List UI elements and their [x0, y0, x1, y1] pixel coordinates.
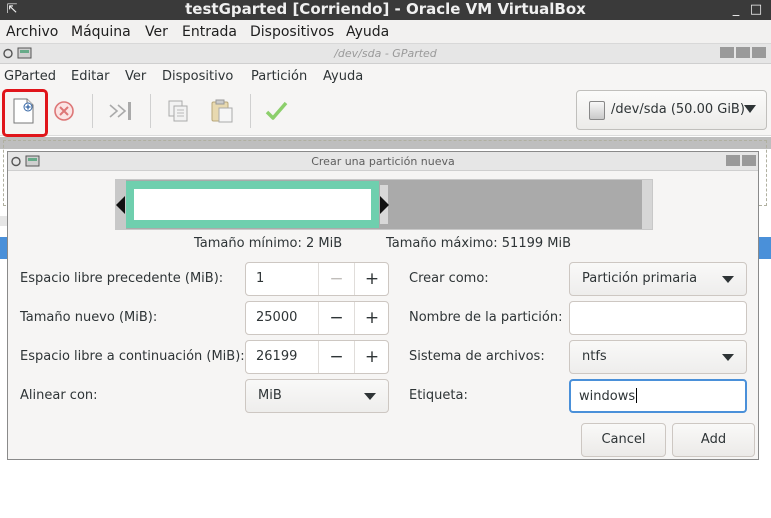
free-after-minus-icon[interactable]: −	[318, 341, 354, 373]
apply-icon[interactable]	[262, 96, 292, 126]
delete-icon[interactable]	[50, 96, 80, 126]
fs-label-value: windows	[579, 388, 638, 404]
new-size-label: Tamaño nuevo (MiB):	[20, 310, 158, 325]
gp-menu-particion[interactable]: Partición	[251, 69, 307, 84]
free-before-value: 1	[256, 271, 265, 286]
add-button[interactable]: Add	[672, 423, 755, 457]
free-before-label: Espacio libre precedente (MiB):	[20, 271, 224, 286]
vbox-menu-archivo[interactable]: Archivo	[6, 24, 58, 40]
gparted-titlebar: /dev/sda - GParted	[0, 44, 771, 64]
free-after-label: Espacio libre a continuación (MiB):	[20, 349, 245, 364]
gp-menu-editar[interactable]: Editar	[71, 69, 110, 84]
align-value: MiB	[258, 388, 282, 403]
free-after-value: 26199	[256, 349, 298, 364]
partition-resizer[interactable]	[115, 179, 653, 230]
minimize-icon[interactable]: _	[726, 1, 746, 19]
dialog-titlebar: Crear una partición nueva	[8, 152, 758, 171]
create-as-combo[interactable]: Partición primaria	[569, 262, 747, 296]
chevron-down-icon	[722, 354, 734, 361]
min-size-label: Tamaño mínimo: 2 MiB	[194, 236, 343, 251]
free-before-plus-icon[interactable]: +	[354, 263, 389, 295]
chevron-down-icon	[364, 393, 376, 400]
create-as-value: Partición primaria	[582, 271, 698, 286]
align-combo[interactable]: MiB	[245, 379, 389, 413]
selected-row-fragment-right	[758, 237, 771, 259]
free-before-minus-icon[interactable]: −	[318, 263, 354, 295]
align-label: Alinear con:	[20, 388, 98, 403]
chevron-down-icon	[722, 276, 734, 283]
copy-icon[interactable]	[164, 96, 194, 126]
partition-name-field[interactable]	[569, 301, 747, 335]
highlight-rectangle	[2, 89, 48, 137]
fs-label-label: Etiqueta:	[409, 388, 468, 403]
new-partition-block[interactable]	[126, 181, 379, 228]
vbox-menu-dispositivos[interactable]: Dispositivos	[250, 24, 334, 40]
dialog-title: Crear una partición nueva	[311, 155, 455, 168]
create-as-label: Crear como:	[409, 271, 489, 286]
left-resize-handle[interactable]	[116, 196, 125, 214]
new-size-value: 25000	[256, 310, 298, 325]
free-after-plus-icon[interactable]: +	[354, 341, 389, 373]
vbox-menu-ver[interactable]: Ver	[145, 24, 168, 40]
vbox-titlebar: ⇱ testGparted [Corriendo] - Oracle VM Vi…	[0, 0, 771, 20]
create-partition-dialog: Crear una partición nueva Tamaño mínimo:…	[7, 151, 759, 460]
paste-icon[interactable]	[207, 96, 237, 126]
free-before-spinner[interactable]: 1 − +	[245, 262, 389, 296]
right-arrow-icon	[380, 196, 389, 214]
gp-menu-gparted[interactable]: GParted	[4, 69, 56, 84]
window-controls[interactable]	[718, 47, 766, 60]
fs-label-field[interactable]: windows	[569, 379, 747, 413]
vbox-window-title: testGparted [Corriendo] - Oracle VM Virt…	[185, 0, 586, 18]
device-selector[interactable]: /dev/sda (50.00 GiB)	[576, 90, 767, 130]
new-size-minus-icon[interactable]: −	[318, 302, 354, 334]
free-after-spinner[interactable]: 26199 − +	[245, 340, 389, 374]
vbox-menu-ayuda[interactable]: Ayuda	[346, 24, 389, 40]
vbox-menu-maquina[interactable]: Máquina	[71, 24, 131, 40]
gparted-window-title: /dev/sda - GParted	[334, 47, 437, 60]
vbox-menubar: Archivo Máquina Ver Entrada Dispositivos…	[0, 20, 771, 44]
gp-menu-ver[interactable]: Ver	[125, 69, 146, 84]
disk-icon	[589, 101, 605, 120]
max-size-label: Tamaño máximo: 51199 MiB	[386, 236, 572, 251]
gp-menu-ayuda[interactable]: Ayuda	[323, 69, 363, 84]
device-label: /dev/sda (50.00 GiB)	[611, 102, 745, 117]
filesystem-label: Sistema de archivos:	[409, 349, 545, 364]
gparted-menubar: GParted Editar Ver Dispositivo Partición…	[0, 64, 771, 88]
new-size-plus-icon[interactable]: +	[354, 302, 389, 334]
dialog-window-controls[interactable]	[724, 155, 756, 168]
gp-menu-dispositivo[interactable]: Dispositivo	[162, 69, 233, 84]
cancel-button[interactable]: Cancel	[581, 423, 666, 457]
new-size-spinner[interactable]: 25000 − +	[245, 301, 389, 335]
resize-move-icon[interactable]	[106, 96, 136, 126]
partition-name-label: Nombre de la partición:	[409, 310, 563, 325]
chevron-down-icon	[744, 105, 756, 113]
maximize-icon[interactable]: □	[746, 1, 766, 19]
filesystem-value: ntfs	[582, 349, 607, 364]
filesystem-combo[interactable]: ntfs	[569, 340, 747, 374]
vbox-menu-entrada[interactable]: Entrada	[182, 24, 237, 40]
